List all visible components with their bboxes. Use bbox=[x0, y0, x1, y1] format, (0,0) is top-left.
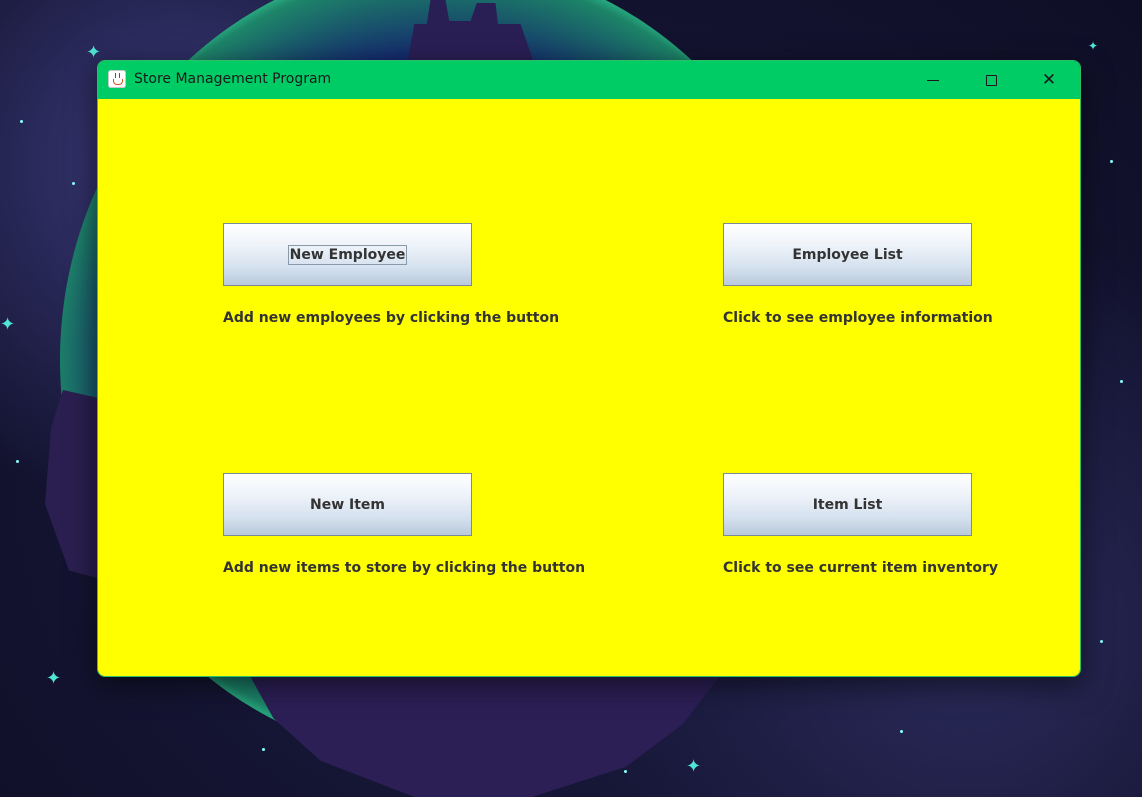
wallpaper-star bbox=[1100, 640, 1103, 643]
new-item-button[interactable]: New Item bbox=[223, 473, 472, 536]
wallpaper-star: ✦ bbox=[46, 668, 62, 689]
wallpaper-star bbox=[624, 770, 627, 773]
wallpaper-star bbox=[72, 182, 75, 185]
minimize-button[interactable] bbox=[904, 61, 962, 99]
wallpaper-star: ✦ bbox=[686, 756, 702, 777]
employee-list-button-label: Employee List bbox=[792, 246, 903, 263]
new-item-button-label: New Item bbox=[309, 496, 385, 513]
wallpaper-star bbox=[20, 120, 23, 123]
employee-list-button[interactable]: Employee List bbox=[723, 223, 972, 286]
wallpaper-star: ✦ bbox=[86, 42, 102, 63]
maximize-button[interactable] bbox=[962, 61, 1020, 99]
wallpaper-star bbox=[1110, 160, 1113, 163]
new-employee-button[interactable]: New Employee bbox=[223, 223, 472, 286]
close-button[interactable]: ✕ bbox=[1020, 61, 1078, 99]
new-employee-button-label: New Employee bbox=[287, 244, 408, 265]
wallpaper-star: ✦ bbox=[0, 314, 16, 335]
wallpaper-star bbox=[900, 730, 903, 733]
wallpaper-star bbox=[1120, 380, 1123, 383]
new-item-description: Add new items to store by clicking the b… bbox=[223, 560, 586, 576]
wallpaper-star bbox=[16, 460, 19, 463]
main-panel: New Employee Add new employees by clicki… bbox=[98, 99, 1080, 676]
item-list-button[interactable]: Item List bbox=[723, 473, 972, 536]
new-employee-description: Add new employees by clicking the button bbox=[223, 310, 560, 326]
employee-list-description: Click to see employee information bbox=[723, 310, 993, 326]
window-title: Store Management Program bbox=[134, 71, 332, 87]
app-window: Store Management Program ✕ New Employee … bbox=[97, 60, 1081, 677]
wallpaper-floating-island bbox=[250, 676, 720, 797]
java-app-icon[interactable] bbox=[108, 70, 126, 88]
wallpaper-star: ✦ bbox=[1088, 39, 1099, 53]
item-list-description: Click to see current item inventory bbox=[723, 560, 998, 576]
title-bar[interactable]: Store Management Program ✕ bbox=[98, 61, 1080, 99]
item-list-button-label: Item List bbox=[812, 496, 883, 513]
minimize-icon bbox=[927, 79, 939, 81]
wallpaper-rock bbox=[45, 390, 105, 580]
close-icon: ✕ bbox=[1041, 70, 1057, 90]
maximize-icon bbox=[985, 74, 997, 86]
wallpaper-star bbox=[262, 748, 265, 751]
